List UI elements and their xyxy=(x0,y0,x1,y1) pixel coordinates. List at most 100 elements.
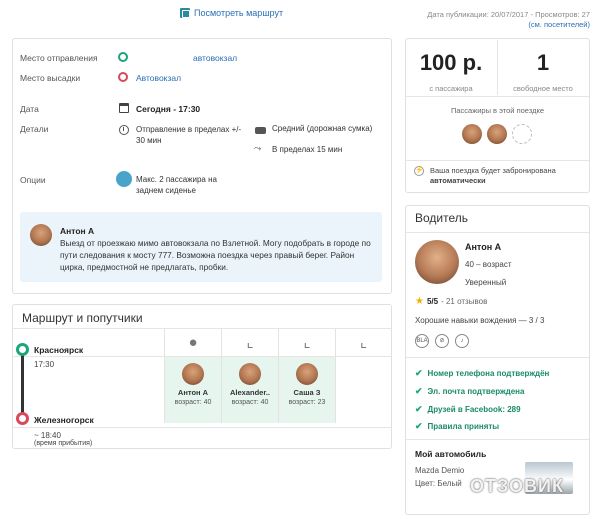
publication-date: Дата публикации: 20/07/2017 - Просмотров… xyxy=(427,10,590,19)
origin-time: 17:30 xyxy=(34,360,55,369)
preferences: BLA ⊘ ♪ xyxy=(415,334,469,348)
watermark: ОТЗОВИК xyxy=(470,476,564,496)
chat-icon: BLA xyxy=(415,334,429,348)
options-value: Макс. 2 пассажира на заднем сиденье xyxy=(136,175,217,195)
driver-avatar[interactable] xyxy=(415,240,459,284)
seat-icon: ⌞ xyxy=(278,328,335,356)
luggage-icon xyxy=(255,127,266,134)
view-route-label: Посмотреть маршрут xyxy=(194,8,284,18)
rules-accepted-label: Правила приняты xyxy=(427,422,500,431)
departure-value[interactable]: автовокзал xyxy=(193,53,237,63)
passenger-seat[interactable]: Антон А возраст: 40 xyxy=(164,357,221,423)
music-icon: ♪ xyxy=(455,334,469,348)
route-bottom-divider xyxy=(13,427,391,428)
arrival-note: (время прибытия) xyxy=(34,440,93,447)
date-value: Сегодня - 17:30 xyxy=(136,104,201,114)
driver-rating[interactable]: ★ 5/5 - 21 отзывов xyxy=(415,296,487,307)
passenger-name: Alexander.. xyxy=(229,388,271,397)
price-divider-horizontal xyxy=(406,96,589,97)
note-author-avatar xyxy=(30,224,52,246)
car-model: Mazda Demio xyxy=(415,466,465,475)
check-icon: ✔ xyxy=(415,386,423,396)
driver-seat-icon: ● xyxy=(164,328,221,356)
note-author-name: Антон А xyxy=(60,226,95,236)
destination-node-icon xyxy=(16,412,29,425)
detail-luggage: Средний (дорожная сумка) xyxy=(272,124,373,133)
rating-value: 5/5 xyxy=(426,297,439,306)
booking-note-text: Ваша поездка будет забронирована xyxy=(430,166,556,175)
departure-point-icon xyxy=(118,52,128,62)
facebook-friends-label: Друзей в Facebook: 289 xyxy=(427,405,521,414)
origin-node-icon xyxy=(16,343,29,356)
dropoff-label: Место высадки xyxy=(20,73,81,83)
calendar-icon xyxy=(119,103,129,113)
driver-divider-2 xyxy=(406,357,589,358)
route-title: Маршрут и попутчики xyxy=(22,311,143,325)
verified-phone-label: Номер телефона подтверждён xyxy=(427,369,550,378)
passenger-thumb[interactable] xyxy=(487,124,507,144)
options-label: Опции xyxy=(20,175,46,185)
detail-departure-window: Отправление в пределах +/- 30 мин xyxy=(136,125,242,145)
route-line xyxy=(21,350,24,418)
booking-note-emphasis: автоматически xyxy=(430,176,486,185)
reviews-count: - 21 отзывов xyxy=(441,297,488,306)
driver-name[interactable]: Антон А xyxy=(465,242,501,252)
destination-time: ~ 18:40 xyxy=(34,431,61,440)
facebook-friends: ✔ Друзей в Facebook: 289 xyxy=(415,404,521,415)
rules-accepted: ✔ Правила приняты xyxy=(415,421,499,432)
lightning-icon: ⚡ xyxy=(414,166,424,176)
publication-info: Дата публикации: 20/07/2017 - Просмотров… xyxy=(427,10,590,30)
driver-divider xyxy=(406,232,589,233)
passenger-name: Саша З xyxy=(293,388,321,397)
passenger-thumb[interactable] xyxy=(462,124,482,144)
free-seats-value: 1 xyxy=(536,50,550,75)
view-route-link[interactable]: Посмотреть маршрут xyxy=(180,8,283,18)
passengers-title: Пассажиры в этой поездке xyxy=(450,106,545,115)
passenger-age: возраст: 40 xyxy=(174,399,212,406)
star-icon: ★ xyxy=(415,296,424,307)
dropoff-point-icon xyxy=(118,72,128,82)
two-passengers-icon xyxy=(116,171,132,187)
destination-city: Железногорск xyxy=(34,415,94,425)
verified-email-label: Эл. почта подтверждена xyxy=(427,387,525,396)
passenger-seat[interactable]: Саша З возраст: 23 xyxy=(278,357,335,423)
verified-email: ✔ Эл. почта подтверждена xyxy=(415,386,524,397)
booking-note: ⚡ Ваша поездка будет забронирована автом… xyxy=(406,160,589,193)
driver-title: Водитель xyxy=(415,211,469,225)
clock-icon xyxy=(119,125,129,135)
passenger-avatar xyxy=(182,363,204,385)
check-icon: ✔ xyxy=(415,421,423,431)
empty-passenger-slot xyxy=(512,124,532,144)
price-value: 100 р. xyxy=(419,50,483,75)
empty-seat xyxy=(335,357,391,423)
details-label: Детали xyxy=(20,124,49,134)
check-icon: ✔ xyxy=(415,368,423,378)
passenger-seat[interactable]: Alexander.. возраст: 40 xyxy=(221,357,278,423)
date-label: Дата xyxy=(20,104,39,114)
passenger-name: Антон А xyxy=(177,388,209,397)
driver-divider-3 xyxy=(406,439,589,440)
seat-icon: ⌞ xyxy=(335,328,391,356)
price-caption: с пассажира xyxy=(429,84,473,93)
note-text: Выезд от проезжаю мимо автовокзала по Вз… xyxy=(60,238,371,272)
check-icon: ✔ xyxy=(415,404,423,414)
car-title: Мой автомобиль xyxy=(415,449,487,459)
driver-age: 40 – возраст xyxy=(465,260,512,269)
detail-detour: В пределах 15 мин xyxy=(272,145,343,154)
passenger-avatar xyxy=(239,363,261,385)
seat-icon: ⌞ xyxy=(221,328,278,356)
free-seats-caption: свободное место xyxy=(513,84,573,93)
driving-skills: Хорошие навыки вождения — 3 / 3 xyxy=(415,316,545,325)
origin-city: Красноярск xyxy=(34,345,84,355)
dropoff-value[interactable]: Автовокзал xyxy=(136,73,181,83)
passenger-age: возраст: 40 xyxy=(231,399,269,406)
passenger-avatar xyxy=(296,363,318,385)
no-smoking-icon: ⊘ xyxy=(435,334,449,348)
map-icon xyxy=(180,8,190,18)
detour-icon: ⤳ xyxy=(254,143,262,153)
passenger-age: возраст: 23 xyxy=(288,399,326,406)
departure-label: Место отправления xyxy=(20,53,98,63)
verified-phone: ✔ Номер телефона подтверждён xyxy=(415,368,549,379)
driver-level: Уверенный xyxy=(465,278,507,287)
visitors-link[interactable]: (см. посетителей) xyxy=(427,20,590,30)
